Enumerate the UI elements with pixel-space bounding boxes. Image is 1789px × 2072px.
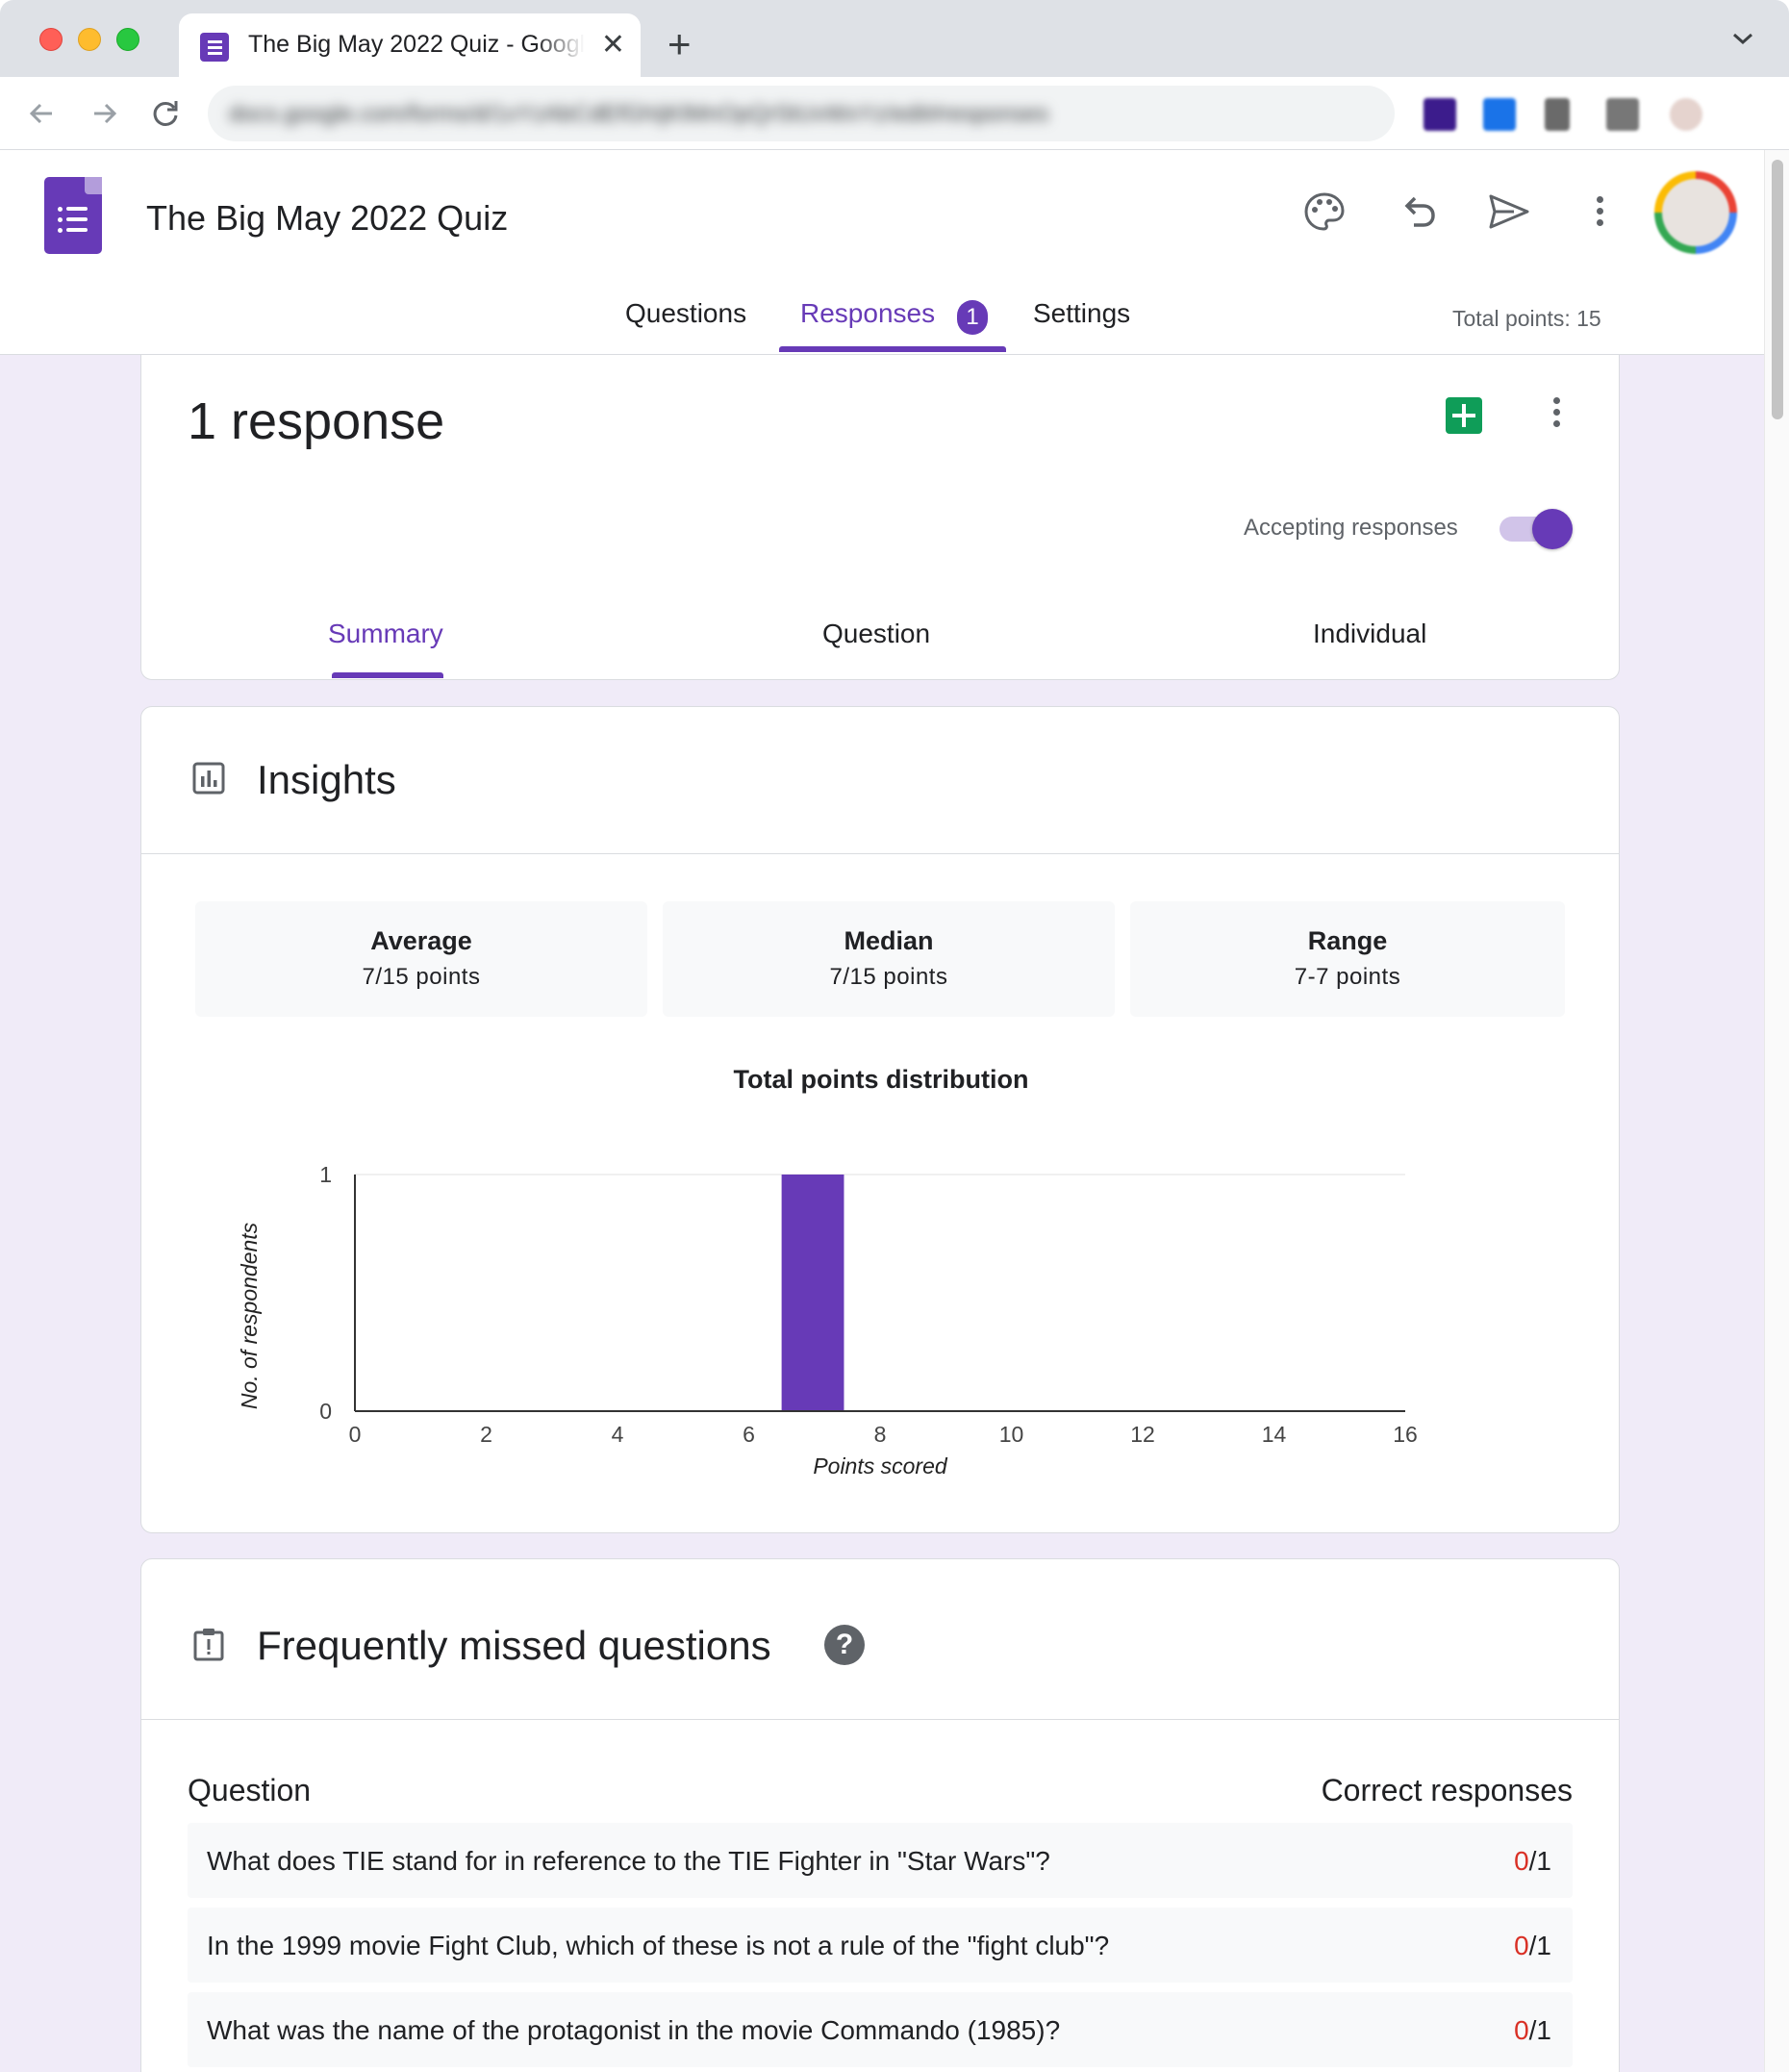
- accepting-responses-toggle[interactable]: [1499, 509, 1573, 549]
- chart-x-tick-label: 14: [1262, 1422, 1287, 1447]
- tab-questions[interactable]: Questions: [625, 298, 746, 329]
- browser-tab-strip: The Big May 2022 Quiz - Google Forms ✕ +: [0, 0, 1789, 77]
- chart-x-tick-label: 8: [874, 1422, 887, 1447]
- column-header-correct: Correct responses: [1321, 1773, 1573, 1807]
- account-avatar[interactable]: [1654, 171, 1737, 254]
- scrollbar-thumb[interactable]: [1772, 160, 1783, 419]
- extension-icon[interactable]: [1483, 98, 1516, 131]
- send-icon[interactable]: [1485, 189, 1533, 237]
- question-text: What was the name of the protagonist in …: [207, 2015, 1061, 2045]
- frequently-missed-card: Frequently missed questions ? Question C…: [140, 1558, 1620, 2072]
- tab-settings[interactable]: Settings: [1033, 298, 1130, 329]
- chart-bar: [781, 1175, 844, 1411]
- points-distribution-chart: 0 2 4 6 8 10 12 14 16 0 1 Points scored No. of respo…: [237, 1162, 1418, 1478]
- response-count: 1 response: [188, 392, 445, 450]
- tab-summary[interactable]: Summary: [328, 619, 443, 649]
- correct-value: 0: [1514, 2015, 1529, 2045]
- chart-x-tick-label: 0: [349, 1422, 362, 1447]
- reload-icon[interactable]: [144, 92, 187, 135]
- tab-title: The Big May 2022 Quiz - Google Forms: [248, 31, 585, 58]
- browser-tab-active[interactable]: The Big May 2022 Quiz - Google Forms ✕: [179, 13, 641, 77]
- table-row[interactable]: What was the name of the protagonist in …: [188, 1992, 1573, 2067]
- scrollbar[interactable]: [1764, 150, 1789, 2072]
- correct-value: 0: [1514, 1846, 1529, 1876]
- browser-toolbar: docs.google.com/forms/d/1xYzAbCdEfGhIjKl…: [0, 77, 1789, 150]
- forms-favicon-icon: [200, 33, 229, 62]
- chart-x-tick-label: 16: [1393, 1422, 1418, 1447]
- link-to-sheets-icon[interactable]: [1446, 397, 1482, 434]
- chart-x-tick-label: 6: [743, 1422, 755, 1447]
- form-title[interactable]: The Big May 2022 Quiz: [146, 198, 508, 239]
- back-arrow-icon[interactable]: [21, 92, 63, 135]
- question-text: What does TIE stand for in reference to …: [207, 1846, 1050, 1876]
- more-vert-icon[interactable]: [1597, 196, 1604, 231]
- maximize-window-button[interactable]: [116, 28, 139, 51]
- section-divider: [141, 1719, 1619, 1720]
- tab-individual[interactable]: Individual: [1313, 619, 1426, 649]
- tab-responses[interactable]: Responses: [800, 298, 935, 329]
- missed-questions-title: Frequently missed questions: [257, 1623, 771, 1668]
- new-tab-button[interactable]: +: [668, 21, 692, 67]
- chevron-down-icon[interactable]: [1731, 31, 1754, 46]
- chart-x-tick-label: 4: [612, 1422, 624, 1447]
- chart-y-axis-title: No. of respondents: [237, 1222, 262, 1409]
- total-value: /1: [1528, 1931, 1551, 1960]
- total-points-label: Total points: 15: [1452, 306, 1601, 331]
- chart-x-tick-label: 2: [480, 1422, 492, 1447]
- forms-header: The Big May 2022 Quiz Questions Response…: [0, 150, 1764, 355]
- chart-y-tick-label: 0: [319, 1399, 332, 1424]
- profile-avatar[interactable]: [1670, 98, 1702, 131]
- active-subtab-indicator: [332, 672, 443, 678]
- url-text: docs.google.com/forms/d/1xYzAbCdEfGhIjKl…: [229, 101, 1049, 126]
- correct-count: 0/1: [1514, 1846, 1551, 1877]
- correct-count: 0/1: [1514, 2015, 1551, 2046]
- forward-arrow-icon[interactable]: [83, 92, 125, 135]
- palette-icon[interactable]: [1300, 189, 1348, 237]
- minimize-window-button[interactable]: [78, 28, 101, 51]
- accepting-responses-label: Accepting responses: [1244, 515, 1458, 541]
- question-text: In the 1999 movie Fight Club, which of t…: [207, 1931, 1110, 1960]
- chart-x-tick-label: 10: [999, 1422, 1024, 1447]
- correct-value: 0: [1514, 1931, 1529, 1960]
- chart-y-tick-label: 1: [319, 1162, 332, 1187]
- tab-close-icon[interactable]: ✕: [601, 27, 625, 63]
- chart-x-axis-title: Points scored: [813, 1453, 948, 1478]
- responses-count-badge: 1: [957, 300, 988, 335]
- total-value: /1: [1528, 1846, 1551, 1876]
- insights-card: Insights Average 7/15 points Median 7/15…: [140, 706, 1620, 1533]
- undo-icon[interactable]: [1395, 189, 1443, 237]
- help-icon[interactable]: ?: [824, 1625, 865, 1665]
- column-header-question: Question: [188, 1773, 312, 1807]
- extension-icon[interactable]: [1424, 98, 1456, 131]
- alert-clipboard-icon: [193, 1629, 224, 1661]
- table-row[interactable]: In the 1999 movie Fight Club, which of t…: [188, 1908, 1573, 1983]
- total-value: /1: [1528, 2015, 1551, 2045]
- address-bar[interactable]: docs.google.com/forms/d/1xYzAbCdEfGhIjKl…: [208, 86, 1395, 141]
- chart-x-tick-label: 12: [1130, 1422, 1155, 1447]
- extension-icon[interactable]: [1545, 98, 1570, 131]
- forms-logo-icon[interactable]: [44, 177, 102, 254]
- table-row[interactable]: What does TIE stand for in reference to …: [188, 1823, 1573, 1898]
- responses-summary-card: 1 response Accepting responses Summary Q…: [140, 355, 1620, 680]
- active-tab-indicator: [779, 346, 1006, 352]
- extension-icon[interactable]: [1606, 98, 1639, 131]
- correct-count: 0/1: [1514, 1931, 1551, 1961]
- more-vert-icon[interactable]: [1553, 397, 1561, 432]
- tab-question[interactable]: Question: [822, 619, 930, 649]
- close-window-button[interactable]: [39, 28, 63, 51]
